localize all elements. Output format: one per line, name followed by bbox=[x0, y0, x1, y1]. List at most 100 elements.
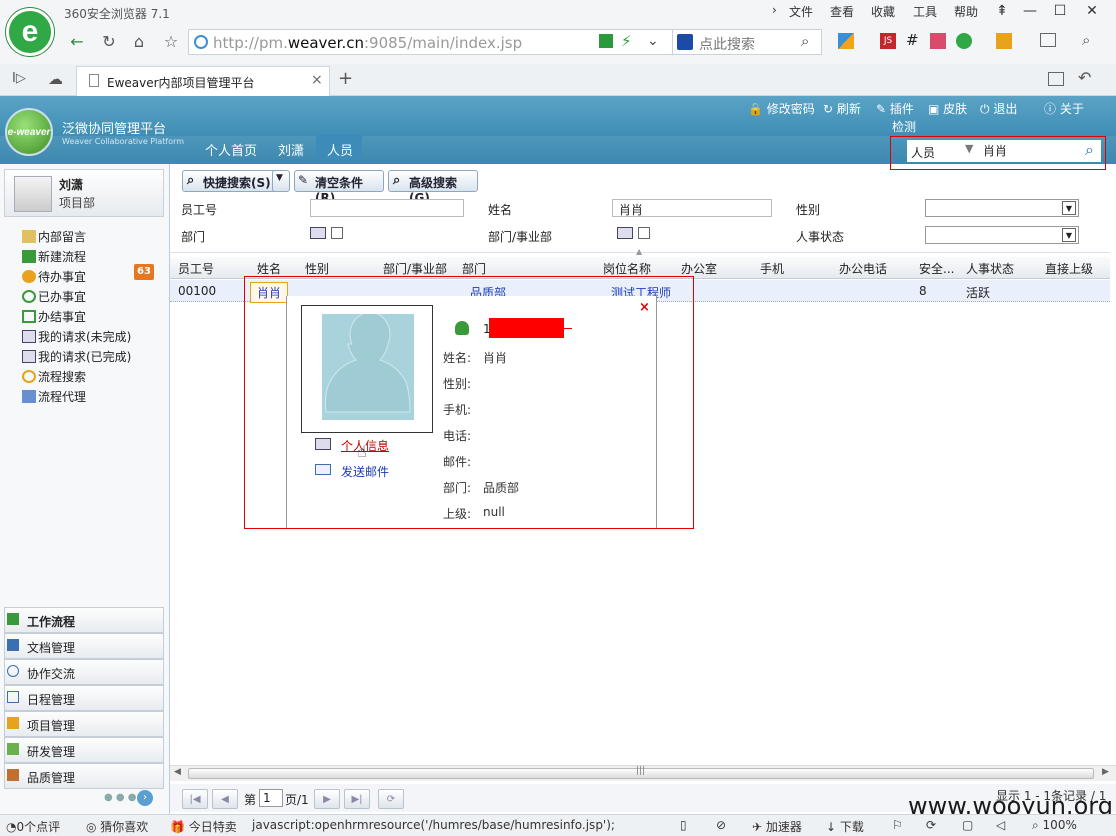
last-page-icon[interactable]: ▶| bbox=[344, 789, 370, 809]
skin-link[interactable]: ▣ 皮肤 bbox=[928, 100, 967, 117]
mute-icon[interactable]: ◁ bbox=[996, 818, 1005, 832]
clear-conditions-button[interactable]: ✎ 清空条件(R) bbox=[294, 170, 384, 205]
col-emp-no[interactable]: 员工号 bbox=[178, 260, 214, 277]
col-gender[interactable]: 性别 bbox=[305, 260, 329, 277]
accordion-schedule[interactable]: 日程管理 bbox=[4, 685, 164, 711]
nav-user[interactable]: 刘潇 bbox=[278, 140, 304, 159]
accordion-workflow[interactable]: 工作流程 bbox=[4, 607, 164, 633]
skin-icon[interactable]: ⇞ bbox=[990, 2, 1014, 20]
plugin-icon[interactable] bbox=[930, 33, 946, 49]
zoom-search-icon[interactable]: ⌕ bbox=[1082, 31, 1090, 49]
accordion-pager-dots[interactable]: ● ● ● bbox=[104, 792, 137, 803]
col-mobile[interactable]: 手机 bbox=[760, 260, 784, 277]
col-dept[interactable]: 部门 bbox=[462, 260, 486, 277]
search-type-arrow-icon[interactable]: ▼ bbox=[965, 142, 973, 155]
menu-arrow-icon[interactable]: › bbox=[772, 3, 777, 17]
col-security[interactable]: 安全... bbox=[919, 260, 954, 277]
nav-home[interactable]: 个人首页 bbox=[205, 140, 257, 159]
tab-eweaver[interactable]: Eweaver内部项目管理平台 × bbox=[76, 66, 330, 96]
js-icon[interactable]: JS bbox=[880, 33, 896, 49]
hash-icon[interactable]: # bbox=[906, 31, 919, 49]
accelerator-status[interactable]: ✈ 加速器 bbox=[752, 818, 802, 835]
change-password-link[interactable]: 🔒 修改密码 bbox=[748, 100, 815, 117]
sidebar-item-my-done-requests[interactable]: 我的请求(已完成) bbox=[22, 348, 131, 365]
col-status[interactable]: 人事状态 bbox=[966, 260, 1014, 277]
next-page-icon[interactable]: ▶ bbox=[314, 789, 340, 809]
search-icon[interactable]: ⌕ bbox=[1085, 140, 1094, 160]
sidebar-item-my-open-requests[interactable]: 我的请求(未完成) bbox=[22, 328, 131, 345]
refresh-link[interactable]: ↻ 刷新 bbox=[823, 100, 861, 117]
about-link[interactable]: ⓘ 关于 bbox=[1044, 100, 1084, 117]
flag-icon[interactable]: ⚐ bbox=[892, 818, 903, 832]
menu-file[interactable]: 文件 bbox=[789, 3, 813, 20]
screenshot-icon[interactable] bbox=[1040, 33, 1056, 47]
shield-icon[interactable] bbox=[956, 33, 972, 49]
prev-page-icon[interactable]: ◀ bbox=[212, 789, 238, 809]
new-tab-button[interactable]: + bbox=[338, 68, 353, 89]
sidebar-item-closed[interactable]: 办结事宜 bbox=[22, 308, 86, 325]
header-search-input[interactable]: 肖肖 bbox=[983, 142, 1007, 159]
recommend-status[interactable]: ◎ 猜你喜欢 bbox=[86, 818, 148, 835]
apps-icon[interactable] bbox=[838, 33, 854, 49]
bu-checkbox[interactable] bbox=[638, 227, 650, 239]
coupon-icon[interactable] bbox=[996, 33, 1012, 49]
quick-search-dropdown[interactable]: ▼ bbox=[272, 170, 290, 192]
home-icon[interactable]: ⌂ bbox=[126, 28, 152, 54]
sidebar-item-messages[interactable]: 内部留言 bbox=[22, 228, 86, 245]
plugin-detect-link-line2[interactable]: 检测 bbox=[892, 118, 916, 135]
undo-close-icon[interactable]: ↶ bbox=[1078, 68, 1091, 87]
minimize-icon[interactable]: — bbox=[1018, 2, 1042, 20]
accordion-collaboration[interactable]: 协作交流 bbox=[4, 659, 164, 685]
sidebar-item-todo[interactable]: 待办事宜 bbox=[22, 268, 86, 285]
dept-checkbox[interactable] bbox=[331, 227, 343, 239]
menu-view[interactable]: 查看 bbox=[830, 3, 854, 20]
col-position[interactable]: 岗位名称 bbox=[603, 260, 651, 277]
col-name[interactable]: 姓名 bbox=[257, 260, 281, 277]
sidebar-toggle-icon[interactable]: I▷ bbox=[12, 71, 26, 86]
sidebar-item-new-flow[interactable]: 新建流程 bbox=[22, 248, 86, 265]
compat-icon[interactable]: ⊘ bbox=[716, 818, 726, 832]
status-select[interactable]: ▼ bbox=[925, 226, 1079, 244]
menu-favorites[interactable]: 收藏 bbox=[871, 3, 895, 20]
gender-select[interactable]: ▼ bbox=[925, 199, 1079, 217]
col-bu[interactable]: 部门/事业部 bbox=[383, 260, 447, 277]
search-icon[interactable]: ⌕ bbox=[801, 32, 809, 50]
pager-refresh-icon[interactable]: ⟳ bbox=[378, 789, 404, 809]
sidebar-item-done[interactable]: 已办事宜 bbox=[22, 288, 86, 305]
col-office-phone[interactable]: 办公电话 bbox=[839, 260, 887, 277]
accordion-next-icon[interactable]: › bbox=[137, 790, 153, 806]
comments-status[interactable]: ◔0个点评 bbox=[6, 818, 60, 835]
horizontal-scrollbar[interactable]: ◀ ||| ▶ bbox=[170, 765, 1116, 781]
accordion-projects[interactable]: 项目管理 bbox=[4, 711, 164, 737]
browser-search-box[interactable]: 点此搜索 ⌕ bbox=[672, 29, 822, 55]
scroll-left-icon[interactable]: ◀ bbox=[174, 767, 181, 777]
phone-icon[interactable]: ▯ bbox=[680, 818, 687, 832]
bu-picker-icon[interactable] bbox=[617, 227, 633, 239]
qr-code-icon[interactable] bbox=[599, 34, 613, 48]
deals-status[interactable]: 🎁 今日特卖 bbox=[170, 818, 237, 835]
favorite-star-icon[interactable]: ☆ bbox=[158, 28, 184, 54]
logout-link[interactable]: ⏻ 退出 bbox=[980, 100, 1017, 117]
sidebar-item-flow-search[interactable]: 流程搜索 bbox=[22, 368, 86, 385]
address-bar[interactable]: http://pm.weaver.cn:9085/main/index.jsp … bbox=[188, 29, 728, 55]
page-number-input[interactable]: 1 bbox=[259, 789, 283, 807]
tab-close-icon[interactable]: × bbox=[311, 72, 323, 88]
scroll-right-icon[interactable]: ▶ bbox=[1102, 767, 1109, 777]
col-office[interactable]: 办公室 bbox=[681, 260, 717, 277]
menu-tools[interactable]: 工具 bbox=[913, 3, 937, 20]
refresh-status-icon[interactable]: ⟳ bbox=[926, 818, 936, 832]
download-status[interactable]: ↓ 下载 bbox=[826, 818, 864, 835]
zoom-level[interactable]: ⌕ 100% bbox=[1032, 818, 1077, 833]
speed-icon[interactable]: ⚡ bbox=[621, 32, 632, 50]
window-icon[interactable]: ▢ bbox=[962, 818, 973, 832]
name-input[interactable]: 肖肖 bbox=[612, 199, 772, 217]
back-icon[interactable]: ← bbox=[64, 28, 90, 54]
cloud-icon[interactable]: ☁ bbox=[48, 70, 63, 88]
accordion-quality[interactable]: 品质管理 bbox=[4, 763, 164, 789]
header-search-box[interactable]: 人员 ▼ 肖肖 ⌕ bbox=[907, 140, 1101, 162]
maximize-icon[interactable]: ☐ bbox=[1048, 2, 1072, 20]
search-type-select[interactable]: 人员 bbox=[911, 144, 935, 161]
accordion-rnd[interactable]: 研发管理 bbox=[4, 737, 164, 763]
emp-no-input[interactable] bbox=[310, 199, 464, 217]
accordion-documents[interactable]: 文档管理 bbox=[4, 633, 164, 659]
